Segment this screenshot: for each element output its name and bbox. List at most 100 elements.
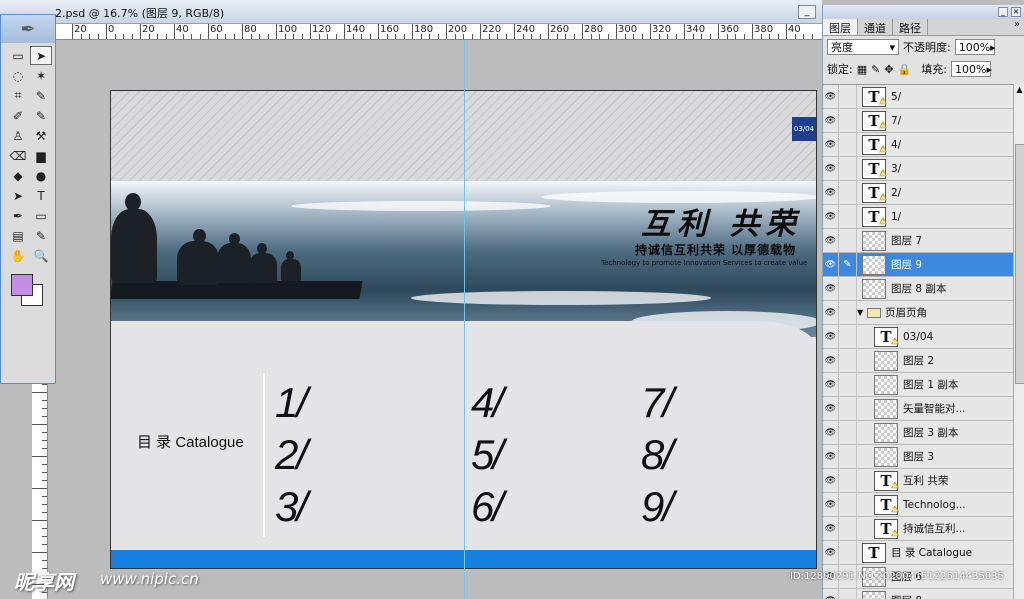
tool-button-icon[interactable]: ✎ [30, 106, 52, 125]
visibility-eye-icon[interactable]: 👁 [823, 396, 839, 421]
lock-transparent-icon[interactable]: ▦ [857, 63, 867, 76]
layer-link-cell[interactable] [839, 276, 857, 301]
visibility-eye-icon[interactable]: 👁 [823, 516, 839, 541]
tool-button-icon[interactable]: ✋ [7, 246, 29, 265]
visibility-eye-icon[interactable]: 👁 [823, 588, 839, 599]
layer-link-cell[interactable] [839, 372, 857, 397]
layer-row[interactable]: 👁 图层 7 [823, 228, 1013, 253]
layer-row[interactable]: 👁 图层 3 副本 [823, 420, 1013, 445]
visibility-eye-icon[interactable]: 👁 [823, 372, 839, 397]
layer-link-cell[interactable] [839, 85, 857, 109]
layer-link-cell[interactable] [839, 108, 857, 133]
visibility-eye-icon[interactable]: 👁 [823, 540, 839, 565]
tab-channels[interactable]: 通道 [858, 19, 893, 35]
panel-minimize-icon[interactable]: _ [998, 7, 1008, 17]
visibility-eye-icon[interactable]: 👁 [823, 156, 839, 181]
layer-row[interactable]: 👁 图层 3 [823, 444, 1013, 469]
layer-link-cell[interactable] [839, 396, 857, 421]
visibility-eye-icon[interactable]: 👁 [823, 324, 839, 349]
layer-row[interactable]: 👁 T ⚠ 持诚信互利... [823, 516, 1013, 541]
visibility-eye-icon[interactable]: 👁 [823, 85, 839, 109]
tool-button-icon[interactable]: ▤ [7, 226, 29, 245]
visibility-eye-icon[interactable]: 👁 [823, 180, 839, 205]
lock-all-icon[interactable]: 🔒 [898, 63, 912, 76]
layer-link-cell[interactable] [839, 540, 857, 565]
layer-link-cell[interactable] [839, 156, 857, 181]
tool-button-icon[interactable]: ➤ [7, 186, 29, 205]
tab-layers[interactable]: 图层 [823, 19, 858, 35]
layer-row[interactable]: 👁 T ⚠ 4/ [823, 132, 1013, 157]
visibility-eye-icon[interactable]: 👁 [823, 108, 839, 133]
layer-row[interactable]: 👁 T ⚠ 03/04 [823, 324, 1013, 349]
tool-button-icon[interactable]: ✎ [30, 86, 52, 105]
layer-row[interactable]: 👁 图层 1 副本 [823, 372, 1013, 397]
tool-button-icon[interactable]: ▭ [7, 46, 29, 65]
blend-mode-select[interactable]: 亮度 ▾ [827, 39, 899, 55]
tool-button-icon[interactable]: T [30, 186, 52, 205]
layer-row[interactable]: 👁 图层 2 [823, 348, 1013, 373]
layer-row[interactable]: 👁 矢量智能对... [823, 396, 1013, 421]
visibility-eye-icon[interactable]: 👁 [823, 132, 839, 157]
layer-row[interactable]: 👁 T ⚠ Technolog... [823, 492, 1013, 517]
layer-row[interactable]: 👁 T ⚠ 3/ [823, 156, 1013, 181]
tool-button-icon[interactable]: ⚒ [30, 126, 52, 145]
scroll-up-icon[interactable]: ▲ [1014, 84, 1024, 96]
layer-link-cell[interactable] [839, 348, 857, 373]
layer-row[interactable]: 👁 T 目 录 Catalogue [823, 540, 1013, 565]
layer-row[interactable]: 👁 T ⚠ 2/ [823, 180, 1013, 205]
tool-button-icon[interactable]: ✶ [30, 66, 52, 85]
layer-row[interactable]: 👁 ▼ 页眉页角 [823, 300, 1013, 325]
visibility-eye-icon[interactable]: 👁 [823, 276, 839, 301]
layer-link-cell[interactable] [839, 516, 857, 541]
layer-link-cell[interactable] [839, 204, 857, 229]
tool-button-icon[interactable]: ▭ [30, 206, 52, 225]
lock-image-icon[interactable]: ✎ [871, 63, 880, 76]
visibility-eye-icon[interactable]: 👁 [823, 444, 839, 469]
visibility-eye-icon[interactable]: 👁 [823, 468, 839, 493]
visibility-eye-icon[interactable]: 👁 [823, 252, 839, 277]
layer-link-cell[interactable]: ✎ [839, 252, 857, 277]
layer-link-cell[interactable] [839, 420, 857, 445]
layer-row[interactable]: 👁 图层 8 副本 [823, 276, 1013, 301]
tool-button-icon[interactable]: ⌗ [7, 86, 29, 105]
lock-position-icon[interactable]: ✥ [884, 63, 893, 76]
tool-button-icon[interactable]: ♙ [7, 126, 29, 145]
tool-button-icon[interactable]: ◆ [7, 166, 29, 185]
layer-row[interactable]: 👁 ✎ 图层 9 [823, 252, 1013, 277]
visibility-eye-icon[interactable]: 👁 [823, 492, 839, 517]
layer-link-cell[interactable] [839, 300, 857, 325]
visibility-eye-icon[interactable]: 👁 [823, 348, 839, 373]
opacity-field[interactable]: 100% ▸ [954, 39, 996, 55]
visibility-eye-icon[interactable]: 👁 [823, 420, 839, 445]
visibility-eye-icon[interactable]: 👁 [823, 204, 839, 229]
layer-link-cell[interactable] [839, 228, 857, 253]
horizontal-ruler[interactable]: 20 0 20 40 60 80 100 120 140 160 180 200 220 240 260 28… [56, 24, 822, 40]
tool-button-icon[interactable]: ◌ [7, 66, 29, 85]
tool-button-icon[interactable]: ✐ [7, 106, 29, 125]
layer-row[interactable]: 👁 T ⚠ 互利 共荣 [823, 468, 1013, 493]
tool-button-icon[interactable]: ✒ [7, 206, 29, 225]
visibility-eye-icon[interactable]: 👁 [823, 300, 839, 325]
minimize-button[interactable]: _ [798, 5, 816, 19]
layer-link-cell[interactable] [839, 324, 857, 349]
layer-row[interactable]: 👁 图层 8 [823, 588, 1013, 599]
tool-button-icon[interactable]: ● [30, 166, 52, 185]
panel-close-icon[interactable]: × [1011, 7, 1021, 17]
layer-row[interactable]: 👁 T ⚠ 5/ [823, 85, 1013, 109]
visibility-eye-icon[interactable]: 👁 [823, 228, 839, 253]
layer-link-cell[interactable] [839, 180, 857, 205]
tool-button-icon[interactable]: ⌫ [7, 146, 29, 165]
tool-button-icon[interactable]: ➤ [30, 46, 52, 65]
scroll-thumb[interactable] [1015, 144, 1024, 384]
tool-button-icon[interactable]: ✎ [30, 226, 52, 245]
guide-line[interactable] [464, 40, 465, 599]
tab-paths[interactable]: 路径 [893, 19, 928, 35]
tool-button-icon[interactable]: 🔍 [30, 246, 52, 265]
layer-link-cell[interactable] [839, 468, 857, 493]
tool-button-icon[interactable]: ▆ [30, 146, 52, 165]
fill-field[interactable]: 100% ▸ [950, 61, 992, 77]
layers-scrollbar[interactable]: ▲ [1013, 84, 1024, 599]
panel-menu-icon[interactable]: » [1010, 19, 1024, 35]
expand-arrow-icon[interactable]: ▼ [857, 308, 867, 317]
layer-link-cell[interactable] [839, 492, 857, 517]
